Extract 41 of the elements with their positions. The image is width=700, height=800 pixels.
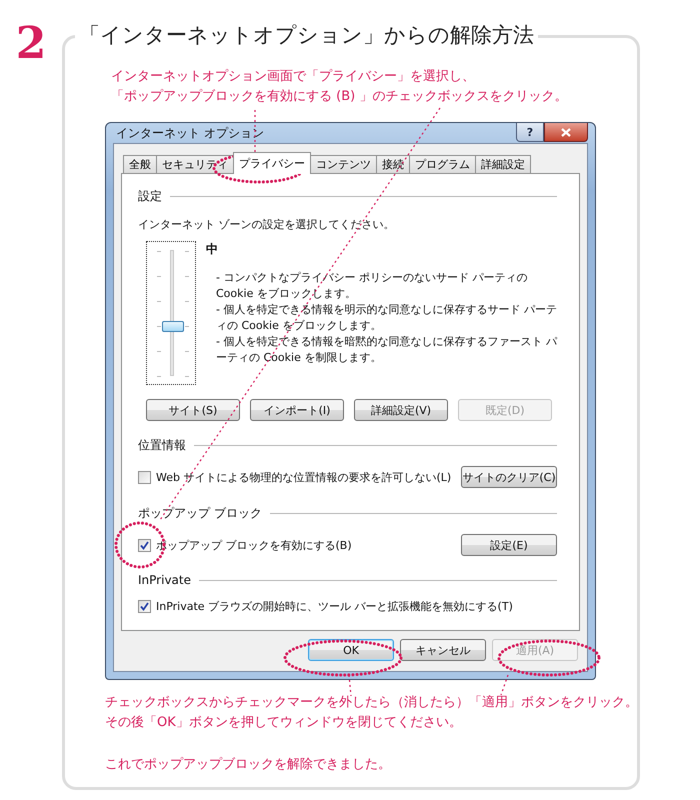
group-label: 設定 xyxy=(138,188,162,205)
tab[interactable]: コンテンツ xyxy=(310,155,377,174)
tab[interactable]: 詳細設定 xyxy=(475,155,531,174)
checkbox[interactable]: Web サイトによる物理的な位置情報の要求を許可しない(L) xyxy=(138,470,452,484)
level-name: 中 xyxy=(206,241,219,258)
tab[interactable]: プライバシー xyxy=(233,152,311,174)
checkmark-icon xyxy=(140,602,149,611)
slider-thumb[interactable] xyxy=(162,321,184,332)
close-icon xyxy=(561,128,571,136)
dialog-button[interactable]: インポート(I) xyxy=(250,399,344,421)
dialog-button[interactable]: サイト(S) xyxy=(146,399,240,421)
tab[interactable]: プログラム xyxy=(409,155,476,174)
note-text: これでポップアップブロックを解除できました。 xyxy=(105,756,392,774)
description-text: - 個人を特定できる情報を明示的な同意なしに保存するサード パーティの Cookie をブロックします。 xyxy=(215,302,557,334)
dialog-button[interactable]: サイトのクリア(C) xyxy=(461,466,557,488)
leader-line xyxy=(348,674,352,696)
group-label: ポップアップ ブロック xyxy=(138,505,262,522)
instruction-text: インターネットオプション画面で「プライバシー」を選択し、 xyxy=(111,68,476,86)
tab[interactable]: 接続 xyxy=(376,155,410,174)
dialog-button[interactable]: OK xyxy=(308,639,394,661)
tab[interactable]: 全般 xyxy=(123,155,157,174)
help-button[interactable]: ? xyxy=(516,123,544,142)
tab[interactable]: セキュリティ xyxy=(156,155,234,174)
note-text: その後「OK」ボタンを押してウィンドウを閉じてください。 xyxy=(105,714,463,732)
highlight-ellipse xyxy=(114,522,166,568)
checkbox[interactable]: InPrivate ブラウズの開始時に、ツール バーと拡張機能を無効にする(T) xyxy=(138,599,513,614)
dialog-button[interactable]: キャンセル xyxy=(400,639,486,661)
slider[interactable] xyxy=(146,241,196,385)
dialog-button[interactable]: 詳細設定(V) xyxy=(354,399,448,421)
prompt-text: インターネット ゾーンの設定を選択してください。 xyxy=(138,217,396,233)
dialog-button[interactable]: 設定(E) xyxy=(461,534,557,556)
group-label: InPrivate xyxy=(138,573,191,587)
checkmark-icon xyxy=(140,540,149,550)
step-number: 2 xyxy=(14,17,48,70)
note-text: チェックボックスからチェックマークを外したら（消したら）「適用」ボタンをクリック。 xyxy=(105,694,637,712)
close-button[interactable] xyxy=(544,123,588,142)
leader-line xyxy=(500,674,509,696)
group-label: 位置情報 xyxy=(138,437,186,454)
instruction-text: 「ポップアップブロックを有効にする (B) 」のチェックボックスをクリック。 xyxy=(111,88,568,106)
description-text: - コンパクトなプライバシー ポリシーのないサード パーティの Cookie をブロックします。 xyxy=(215,270,528,302)
description-text: - 個人を特定できる情報を暗黙的な同意なしに保存するファースト パーティの Cookie を制限します。 xyxy=(215,334,557,366)
